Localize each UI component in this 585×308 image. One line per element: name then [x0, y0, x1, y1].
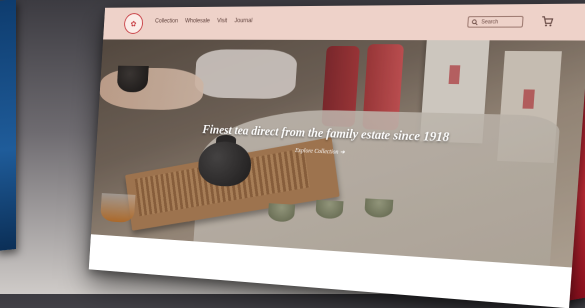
- nav-item-visit[interactable]: Visit: [217, 18, 228, 24]
- arrow-right-icon: ➜: [339, 149, 345, 156]
- website-screen: ✿ Collection Wholesale Visit Journal Sea…: [88, 3, 585, 308]
- nav-item-collection[interactable]: Collection: [155, 19, 178, 25]
- hero-banner: Finest tea direct from the family estate…: [90, 39, 585, 268]
- search-placeholder: Search: [481, 18, 499, 26]
- previous-slide: [0, 0, 16, 252]
- brand-logo[interactable]: ✿: [123, 13, 144, 34]
- nav-item-wholesale[interactable]: Wholesale: [185, 18, 210, 24]
- cart-icon[interactable]: [540, 15, 554, 28]
- crane-icon: ✿: [130, 19, 137, 28]
- search-icon: [472, 19, 479, 25]
- nav-item-journal[interactable]: Journal: [234, 18, 252, 24]
- main-nav: Collection Wholesale Visit Journal: [155, 18, 253, 24]
- search-input[interactable]: Search: [467, 15, 524, 28]
- site-header: ✿ Collection Wholesale Visit Journal Sea…: [103, 3, 585, 41]
